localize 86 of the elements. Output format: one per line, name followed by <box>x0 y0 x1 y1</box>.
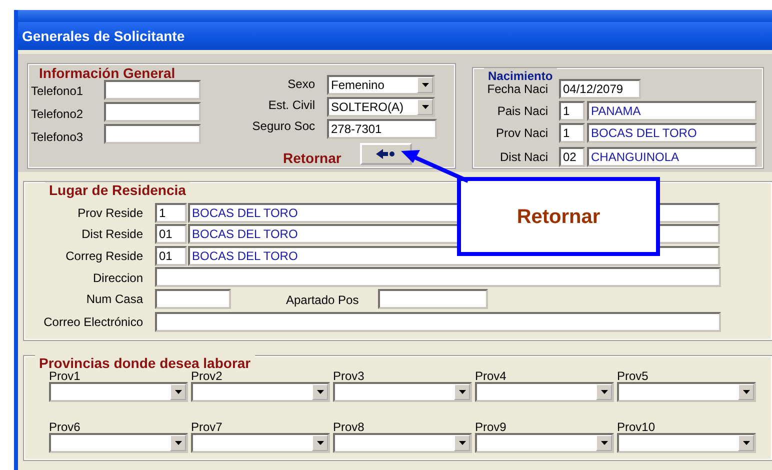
code-field[interactable]: 1 <box>155 203 187 223</box>
dropdown-arrow-icon <box>600 441 608 445</box>
dropdown-button[interactable] <box>738 384 754 400</box>
dropdown-field[interactable] <box>475 382 614 402</box>
dropdown-field[interactable] <box>333 382 472 402</box>
dropdown-button[interactable] <box>417 99 433 115</box>
text-field[interactable] <box>155 267 721 287</box>
name-field[interactable]: BOCAS DEL TORO <box>587 123 757 143</box>
dropdown-arrow-icon <box>174 441 182 445</box>
code-field[interactable]: 1 <box>559 101 585 121</box>
dropdown-field[interactable]: Femenino <box>327 75 435 95</box>
field-label[interactable]: Prov Reside <box>23 204 143 222</box>
field-label[interactable]: Prov3 <box>333 367 364 385</box>
field-label[interactable]: Correg Reside <box>23 247 143 265</box>
dropdown-arrow-icon <box>458 441 466 445</box>
group-title: Lugar de Residencia <box>45 182 190 198</box>
dropdown-button[interactable] <box>170 384 186 400</box>
field-label[interactable]: Dist Reside <box>23 225 143 243</box>
field-label[interactable]: Dist Naci <box>470 148 548 166</box>
field-label[interactable]: Telefono1 <box>31 82 84 100</box>
field-label[interactable]: Prov10 <box>617 418 656 436</box>
field-label[interactable]: Prov9 <box>475 418 506 436</box>
dropdown-field[interactable]: SOLTERO(A) <box>327 97 435 117</box>
field-label[interactable]: Telefono3 <box>31 128 84 146</box>
name-field[interactable]: PANAMA <box>587 101 757 121</box>
callout-arrow <box>401 150 469 183</box>
code-field[interactable]: 02 <box>559 147 585 167</box>
dropdown-field[interactable] <box>49 433 188 453</box>
dropdown-arrow-icon <box>422 105 428 109</box>
dropdown-field[interactable] <box>49 382 188 402</box>
dropdown-button[interactable] <box>454 435 470 451</box>
field-label[interactable]: Apartado Pos <box>286 291 359 309</box>
code-field[interactable]: 1 <box>559 123 585 143</box>
dropdown-arrow-icon <box>742 390 750 394</box>
field-label[interactable]: Correo Electrónico <box>23 313 143 331</box>
field-label[interactable]: Seguro Soc <box>235 117 315 135</box>
field-label[interactable]: Prov7 <box>191 418 222 436</box>
dropdown-arrow-icon <box>316 441 324 445</box>
window-title: Generales de Solicitante <box>22 28 185 44</box>
text-field[interactable] <box>104 124 201 144</box>
dropdown-arrow-icon <box>742 441 750 445</box>
code-field[interactable]: 01 <box>155 246 187 266</box>
dropdown-arrow-icon <box>422 83 428 87</box>
field-label[interactable]: Pais Naci <box>470 102 548 120</box>
dropdown-arrow-icon <box>316 390 324 394</box>
dropdown-button[interactable] <box>312 435 328 451</box>
return-button[interactable] <box>360 143 412 165</box>
text-field[interactable] <box>155 312 721 332</box>
dropdown-field[interactable] <box>333 433 472 453</box>
group-title: Provincias donde desea laborar <box>35 355 255 371</box>
dropdown-button[interactable] <box>312 384 328 400</box>
text-field[interactable] <box>378 289 488 309</box>
field-label[interactable]: Prov6 <box>49 418 80 436</box>
code-field[interactable]: 01 <box>155 224 187 244</box>
dropdown-button[interactable] <box>454 384 470 400</box>
text-field[interactable] <box>155 289 231 309</box>
field-label[interactable]: Sexo <box>235 75 315 93</box>
field-label[interactable]: Prov8 <box>333 418 364 436</box>
field-label[interactable]: Num Casa <box>23 290 143 308</box>
dropdown-field[interactable] <box>191 433 330 453</box>
dropdown-arrow-icon <box>458 390 466 394</box>
field-label[interactable]: Prov5 <box>617 367 648 385</box>
dropdown-field[interactable] <box>475 433 614 453</box>
callout-tooltip: Retornar <box>457 177 660 256</box>
field-label[interactable]: Telefono2 <box>31 105 84 123</box>
dropdown-button[interactable] <box>170 435 186 451</box>
text-field[interactable]: 278-7301 <box>327 119 437 139</box>
text-field[interactable] <box>104 80 201 100</box>
dropdown-button[interactable] <box>738 435 754 451</box>
text-field[interactable] <box>104 102 201 122</box>
field-label[interactable]: Prov Naci <box>470 124 548 142</box>
field-label[interactable]: Prov4 <box>475 367 506 385</box>
dropdown-field[interactable] <box>191 382 330 402</box>
field-label[interactable]: Est. Civil <box>235 96 315 114</box>
field-label[interactable]: Direccion <box>23 269 143 287</box>
name-field[interactable]: CHANGUINOLA <box>587 147 757 167</box>
dropdown-arrow-icon <box>600 390 608 394</box>
dropdown-field[interactable] <box>617 382 756 402</box>
dropdown-button[interactable] <box>596 384 612 400</box>
dropdown-button[interactable] <box>596 435 612 451</box>
dropdown-arrow-icon <box>174 390 182 394</box>
back-arrow-icon <box>376 149 396 159</box>
return-label: Retornar <box>283 149 342 168</box>
dropdown-field[interactable] <box>617 433 756 453</box>
dropdown-button[interactable] <box>417 77 433 93</box>
date-field[interactable]: 04/12/2079 <box>559 79 641 99</box>
